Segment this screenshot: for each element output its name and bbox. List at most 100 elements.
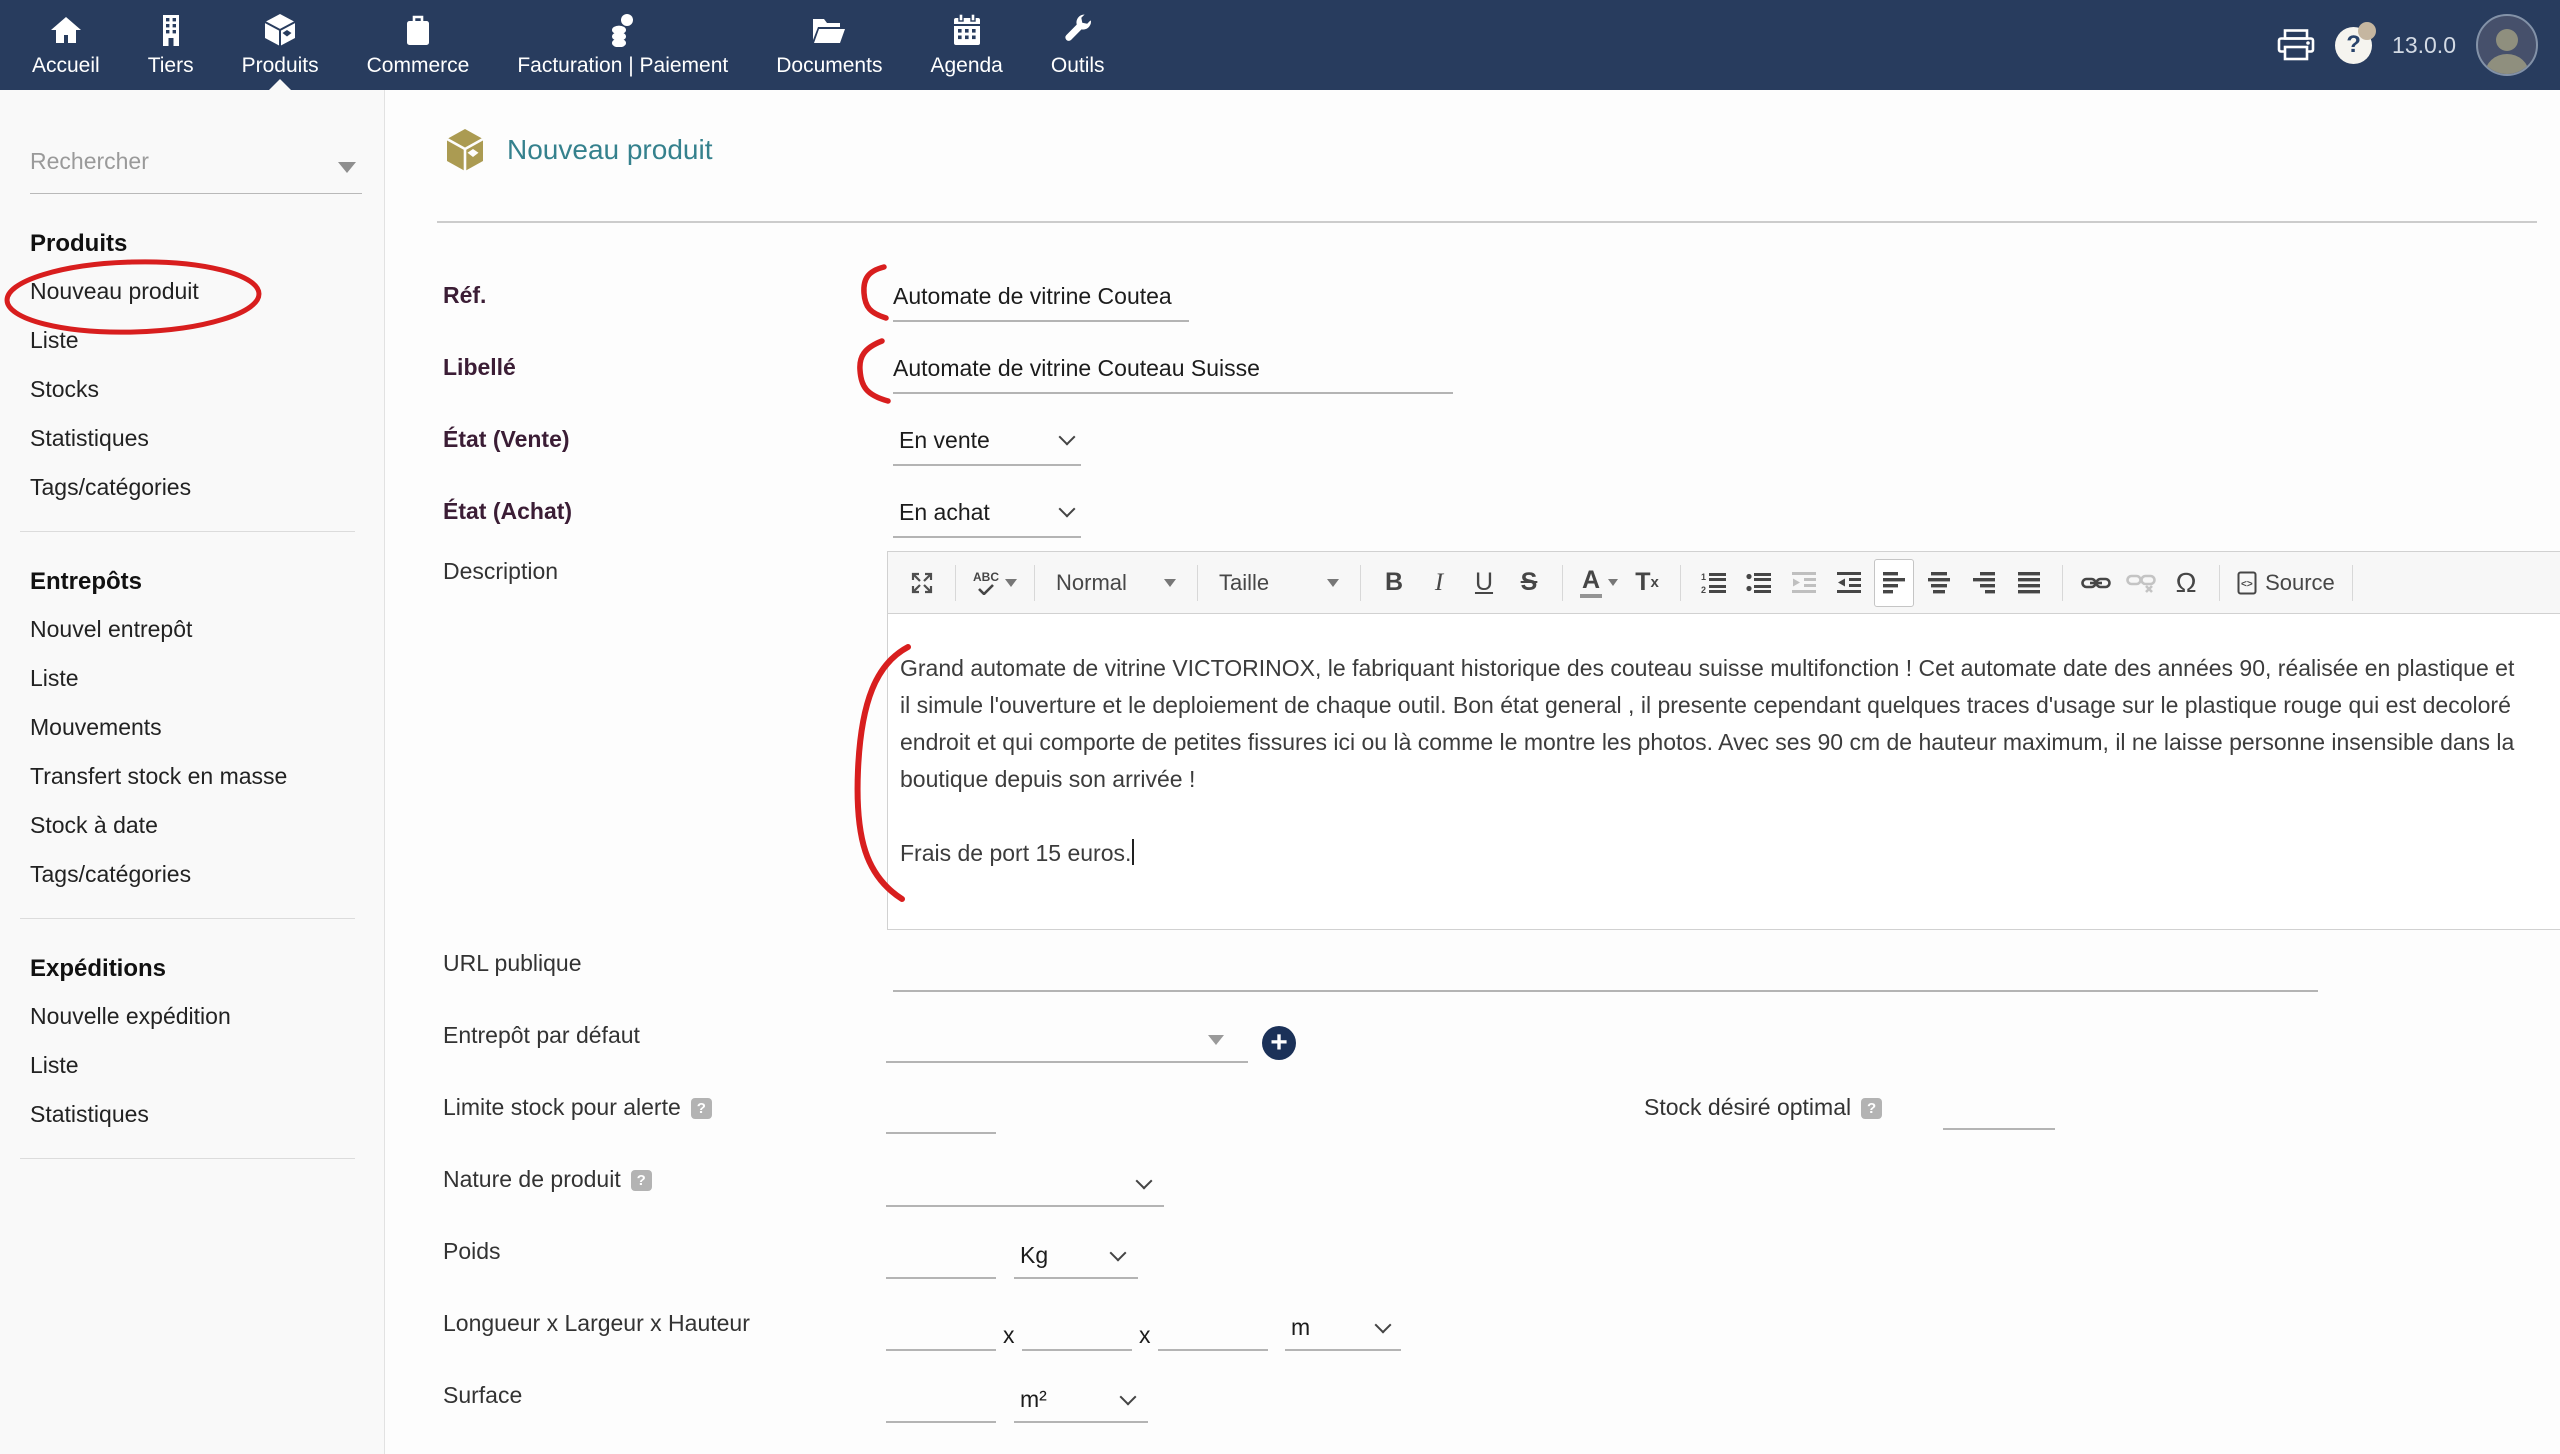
sidebar-item[interactable]: Nouveau produit: [30, 278, 384, 305]
suitcase-icon: [405, 13, 431, 47]
nav-item-produits[interactable]: Produits: [218, 0, 343, 90]
divider: [20, 1158, 355, 1159]
entrepot-label: Entrepôt par défaut: [443, 1022, 640, 1049]
etat-vente-select[interactable]: En vente: [893, 416, 1081, 466]
nav-item-accueil[interactable]: Accueil: [8, 0, 124, 90]
help-icon[interactable]: ?: [2335, 27, 2372, 64]
help-icon[interactable]: ?: [1861, 1098, 1882, 1119]
chevron-down-icon: [1136, 1172, 1153, 1189]
sidebar-item[interactable]: Stocks: [30, 376, 384, 403]
wrench-icon: [1063, 13, 1093, 47]
help-icon[interactable]: ?: [631, 1170, 652, 1191]
link-icon[interactable]: [2076, 563, 2116, 603]
sidebar-item[interactable]: Liste: [30, 1052, 384, 1079]
sidebar-item[interactable]: Mouvements: [30, 714, 384, 741]
description-line: boutique depuis son arrivée !: [900, 761, 2560, 798]
bold-button[interactable]: B: [1374, 563, 1414, 603]
format-dropdown[interactable]: Normal: [1048, 563, 1184, 603]
sidebar-section-title: Entrepôts: [30, 568, 384, 596]
longueur-input[interactable]: [886, 1306, 996, 1351]
largeur-input[interactable]: [1022, 1306, 1132, 1351]
strikethrough-button[interactable]: S: [1509, 563, 1549, 603]
ordered-list-icon[interactable]: 12: [1694, 563, 1734, 603]
text-cursor: [1132, 839, 1134, 865]
italic-button[interactable]: I: [1419, 563, 1459, 603]
chevron-down-icon: [1059, 429, 1076, 446]
align-right-icon[interactable]: [1964, 563, 2004, 603]
sidebar-item[interactable]: Liste: [30, 327, 384, 354]
chevron-down-icon: [1120, 1388, 1137, 1405]
description-editor: ABC Normal Taille B I U S A: [887, 551, 2560, 930]
align-center-icon[interactable]: [1919, 563, 1959, 603]
sidebar-item[interactable]: Liste: [30, 665, 384, 692]
nav-item-agenda[interactable]: Agenda: [906, 0, 1026, 90]
sidebar-item[interactable]: Transfert stock en masse: [30, 763, 384, 790]
sidebar-item[interactable]: Tags/catégories: [30, 474, 384, 501]
chevron-down-icon[interactable]: [338, 162, 356, 173]
etat-achat-select[interactable]: En achat: [893, 488, 1081, 538]
toolbar-separator: [2219, 565, 2220, 601]
sidebar-item[interactable]: Nouvelle expédition: [30, 1003, 384, 1030]
nav-label: Accueil: [32, 54, 100, 78]
nav-item-commerce[interactable]: Commerce: [343, 0, 494, 90]
sidebar-item[interactable]: Statistiques: [30, 1101, 384, 1128]
dimension-separator: x: [1003, 1322, 1015, 1349]
building-icon: [158, 13, 184, 47]
nav-item-documents[interactable]: Documents: [752, 0, 906, 90]
print-icon[interactable]: [2277, 29, 2315, 61]
surface-input[interactable]: [886, 1378, 996, 1423]
sidebar-item[interactable]: Tags/catégories: [30, 861, 384, 888]
editor-content[interactable]: Grand automate de vitrine VICTORINOX, le…: [888, 614, 2560, 929]
nature-select[interactable]: [886, 1162, 1164, 1207]
maximize-icon[interactable]: [902, 563, 942, 603]
avatar[interactable]: [2476, 14, 2538, 76]
sidebar: Produits Nouveau produit Liste Stocks Stati…: [0, 90, 385, 1454]
add-entrepot-button[interactable]: +: [1262, 1026, 1296, 1060]
dimensions-unit-select[interactable]: m: [1285, 1306, 1401, 1351]
nav-label: Commerce: [367, 54, 470, 78]
sidebar-section-expeditions: Expéditions Nouvelle expéditionListeStat…: [30, 955, 384, 1159]
limite-stock-input[interactable]: [886, 1090, 996, 1134]
help-icon[interactable]: ?: [691, 1098, 712, 1119]
toolbar-separator: [1034, 565, 1035, 601]
outdent-icon[interactable]: [1784, 563, 1824, 603]
poids-unit-select[interactable]: Kg: [1014, 1234, 1138, 1279]
size-dropdown[interactable]: Taille: [1211, 563, 1347, 603]
nav-item-facturation[interactable]: Facturation | Paiement: [493, 0, 752, 90]
spellcheck-button[interactable]: ABC: [969, 563, 1021, 603]
divider: [437, 221, 2537, 223]
justify-icon[interactable]: [2009, 563, 2049, 603]
sidebar-item[interactable]: Statistiques: [30, 425, 384, 452]
coins-icon: [608, 13, 638, 47]
description-paragraph: Grand automate de vitrine VICTORINOX, le…: [900, 650, 2560, 798]
url-publique-input[interactable]: [893, 948, 2318, 992]
underline-button[interactable]: U: [1464, 563, 1504, 603]
dimension-separator: x: [1139, 1322, 1151, 1349]
poids-input[interactable]: [886, 1234, 996, 1279]
source-button[interactable]: <> Source: [2233, 563, 2339, 603]
special-char-button[interactable]: Ω: [2166, 563, 2206, 603]
indent-icon[interactable]: [1829, 563, 1869, 603]
nav-item-tiers[interactable]: Tiers: [124, 0, 218, 90]
bullet-list-icon[interactable]: [1739, 563, 1779, 603]
folder-icon: [812, 13, 846, 47]
nav-item-outils[interactable]: Outils: [1027, 0, 1129, 90]
url-publique-label: URL publique: [443, 950, 582, 977]
unlink-icon[interactable]: [2121, 563, 2161, 603]
remove-format-button[interactable]: Tx: [1627, 563, 1667, 603]
stock-desire-input[interactable]: [1943, 1086, 2055, 1130]
text-color-button[interactable]: A: [1576, 563, 1622, 603]
ref-input[interactable]: [893, 272, 1189, 322]
entrepot-combobox[interactable]: [886, 1018, 1248, 1063]
etat-vente-label: État (Vente): [443, 426, 570, 453]
surface-unit-select[interactable]: m²: [1014, 1378, 1148, 1423]
search-input[interactable]: [30, 140, 320, 175]
sidebar-item[interactable]: Stock à date: [30, 812, 384, 839]
libelle-input[interactable]: [893, 344, 1453, 394]
sidebar-section-title: Produits: [30, 230, 384, 258]
hauteur-input[interactable]: [1158, 1306, 1268, 1351]
source-icon: <>: [2237, 571, 2257, 595]
align-left-icon[interactable]: [1874, 559, 1914, 607]
sidebar-menu: Nouveau produit Liste Stocks Statistiques Ta…: [30, 278, 384, 501]
sidebar-item[interactable]: Nouvel entrepôt: [30, 616, 384, 643]
